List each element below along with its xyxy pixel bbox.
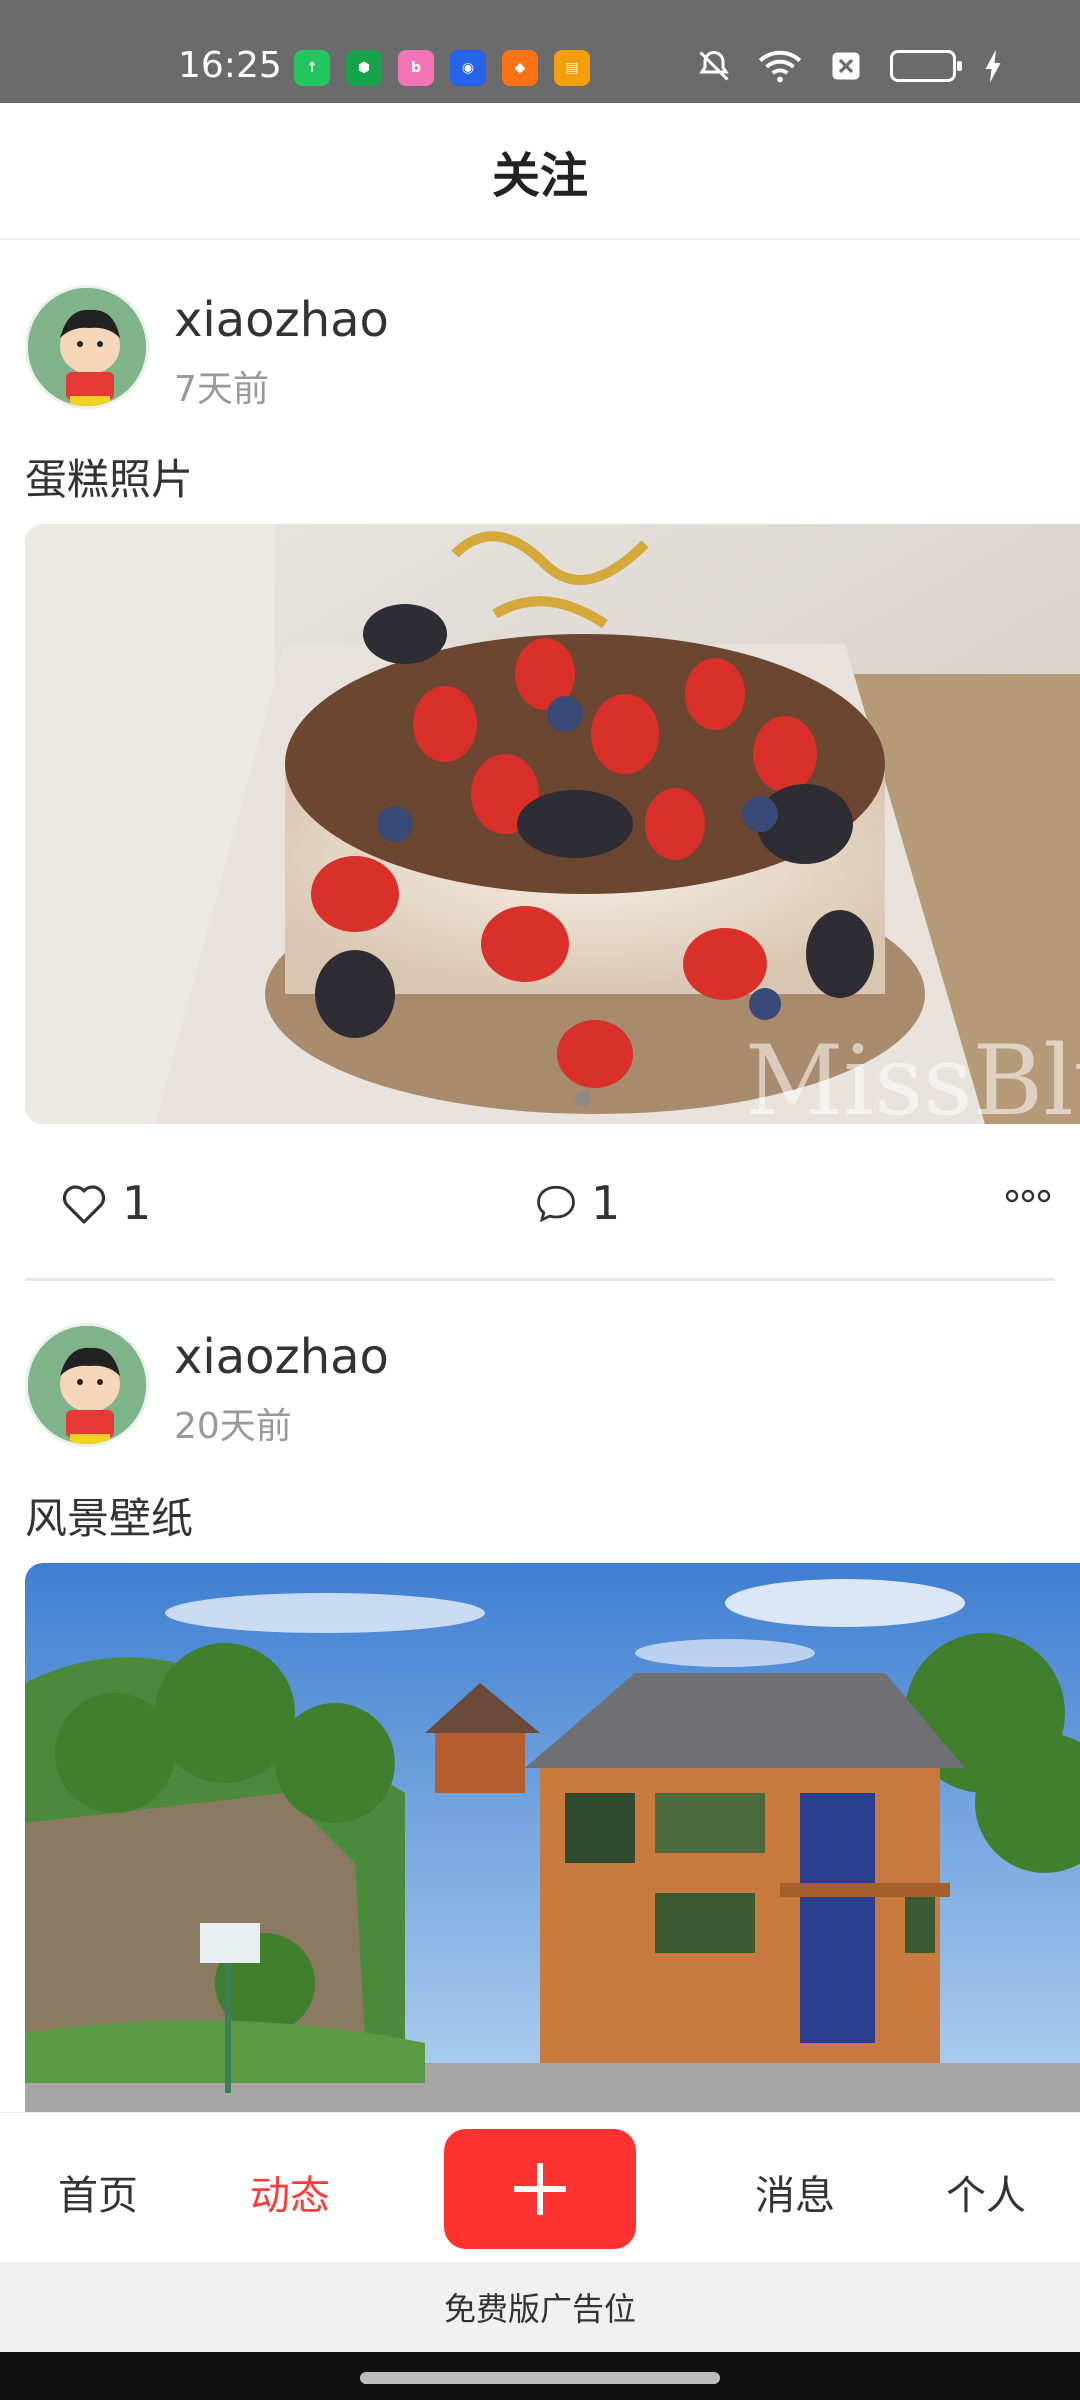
post-time: 20天前 [174,1406,292,1447]
plus-icon [514,2163,566,2215]
comment-count: 1 [591,1176,621,1230]
home-indicator[interactable] [360,2372,720,2384]
post-username[interactable]: xiaozhao [174,1329,389,1385]
svg-text:MissBlue: MissBlue [745,1025,1080,1124]
nav-home[interactable]: 首页 [58,2163,138,2221]
more-options-button[interactable] [1004,1188,1052,1208]
like-count: 1 [122,1176,152,1230]
system-icons [696,48,1004,84]
no-sim-icon [832,52,860,80]
status-bar: 16:25 ↑ ⬢ b ◉ ◆ ▤ [0,0,1080,103]
status-time: 16:25 [178,45,282,86]
post-caption: 风景壁纸 [25,1494,194,1543]
nav-profile[interactable]: 个人 [946,2163,1026,2221]
bilibili-app-icon: b [398,50,434,86]
like-button[interactable]: 1 [60,1176,151,1230]
post-header: xiaozhao 20天前 [0,1281,1080,1449]
feed-post: xiaozhao 20天前 风景壁纸 [0,1281,1080,2112]
mute-icon [699,50,729,81]
nav-feed[interactable]: 动态 [250,2163,330,2221]
bottom-nav: 首页 动态 消息 个人 [0,2112,1080,2262]
post-username[interactable]: xiaozhao [174,292,389,348]
post-caption: 蛋糕照片 [25,455,194,504]
post-time: 7天前 [174,369,269,410]
gesture-bar [0,2352,1080,2400]
landscape-photo[interactable] [25,1563,1080,2112]
upload-app-icon: ↑ [294,50,330,86]
nav-messages[interactable]: 消息 [755,2163,835,2221]
post-actions: 1 1 [0,1124,1080,1278]
comment-icon [537,1185,575,1223]
heart-icon [62,1185,106,1224]
comment-button[interactable]: 1 [535,1176,620,1230]
feed-post: xiaozhao 7天前 蛋糕照片 MissBl 1 1 [0,240,1080,1281]
page-header: 关注 [0,103,1080,240]
feed-list[interactable]: xiaozhao 7天前 蛋糕照片 MissBl 1 1 xiaozhao 20… [0,240,1080,2112]
wallet-app-icon: ▤ [554,50,590,86]
more-dots-icon [1005,1189,1051,1203]
shield-app-icon: ⬢ [346,50,382,86]
avatar[interactable] [25,1323,149,1447]
circle-app-icon: ◉ [450,50,486,86]
notification-icons: ↑ ⬢ b ◉ ◆ ▤ [294,50,590,86]
carousel-indicator [575,1091,591,1107]
page-title: 关注 [491,147,588,204]
charging-icon [985,49,1001,83]
post-header: xiaozhao 7天前 [0,240,1080,410]
ad-banner[interactable]: 免费版广告位 [0,2262,1080,2352]
wifi-icon [758,50,802,83]
create-post-button[interactable] [444,2129,636,2249]
battery-icon [890,50,962,82]
avatar[interactable] [25,285,149,409]
ad-text: 免费版广告位 [443,2290,636,2328]
cake-photo[interactable]: MissBlue [25,524,1080,1124]
game-app-icon: ◆ [502,50,538,86]
